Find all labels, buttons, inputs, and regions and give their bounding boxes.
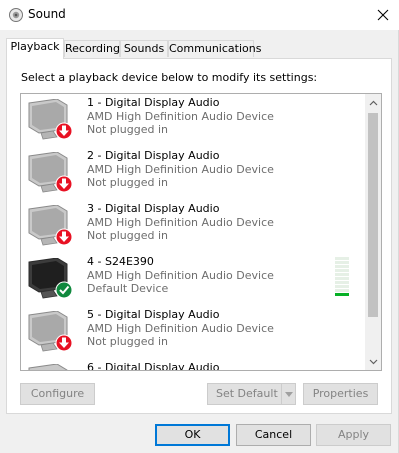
device-name: 6 - Digital Display Audio <box>87 361 220 371</box>
monitor-icon <box>28 205 73 246</box>
list-item[interactable]: 4 - S24E390 AMD High Definition Audio De… <box>21 253 366 306</box>
close-button[interactable] <box>366 0 399 30</box>
device-description: AMD High Definition Audio Device <box>87 110 274 123</box>
tab-communications[interactable]: Communications <box>168 40 261 57</box>
tab-label: Sounds <box>123 42 165 55</box>
tab-label: Playback <box>10 40 60 53</box>
device-description: AMD High Definition Audio Device <box>87 322 274 335</box>
vertical-scrollbar[interactable] <box>365 94 381 370</box>
cancel-button[interactable]: Cancel <box>236 424 311 446</box>
monitor-icon <box>28 258 73 299</box>
chevron-down-icon <box>369 359 377 364</box>
device-status: Not plugged in <box>87 229 169 242</box>
tab-label: Communications <box>169 42 262 55</box>
ok-button[interactable]: OK <box>155 424 230 446</box>
tab-recording[interactable]: Recording <box>64 40 120 57</box>
device-description: AMD High Definition Audio Device <box>87 269 274 282</box>
monitor-icon <box>28 311 73 352</box>
speaker-icon <box>9 8 23 22</box>
title-bar: Sound <box>0 0 399 30</box>
set-default-label: Set Default <box>216 387 278 400</box>
device-name: 1 - Digital Display Audio <box>87 96 220 109</box>
sound-dialog: Sound Playback Recording Sounds Communic… <box>0 0 399 453</box>
device-status: Default Device <box>87 282 169 295</box>
close-icon <box>377 9 388 21</box>
device-name: 2 - Digital Display Audio <box>87 149 220 162</box>
set-default-button[interactable]: Set Default <box>207 383 296 405</box>
tab-playback[interactable]: Playback <box>6 38 64 59</box>
monitor-icon <box>28 152 73 193</box>
list-item[interactable]: 1 - Digital Display Audio AMD High Defin… <box>21 94 366 147</box>
monitor-icon <box>28 364 68 370</box>
list-item[interactable]: 3 - Digital Display Audio AMD High Defin… <box>21 200 366 253</box>
scroll-down-button[interactable] <box>365 353 381 370</box>
tab-label: Recording <box>65 42 121 55</box>
device-status: Not plugged in <box>87 176 169 189</box>
device-description: AMD High Definition Audio Device <box>87 216 274 229</box>
monitor-icon <box>28 99 73 140</box>
list-item[interactable]: 6 - Digital Display Audio <box>21 359 366 371</box>
chevron-up-icon <box>369 100 377 105</box>
device-status: Not plugged in <box>87 123 169 136</box>
device-name: 5 - Digital Display Audio <box>87 308 220 321</box>
device-name: 3 - Digital Display Audio <box>87 202 220 215</box>
green-check-icon <box>56 282 72 298</box>
volume-level-meter <box>335 257 349 296</box>
configure-button[interactable]: Configure <box>20 383 95 405</box>
tab-sounds[interactable]: Sounds <box>120 40 168 57</box>
scroll-up-button[interactable] <box>365 94 381 111</box>
apply-button[interactable]: Apply <box>316 424 391 446</box>
properties-button[interactable]: Properties <box>303 383 378 405</box>
list-item[interactable]: 5 - Digital Display Audio AMD High Defin… <box>21 306 366 359</box>
scroll-thumb[interactable] <box>368 113 378 317</box>
device-name: 4 - S24E390 <box>87 255 154 268</box>
playback-panel: Select a playback device below to modify… <box>6 58 392 414</box>
instruction-text: Select a playback device below to modify… <box>21 71 318 84</box>
device-list[interactable]: 1 - Digital Display Audio AMD High Defin… <box>20 93 382 371</box>
list-item[interactable]: 2 - Digital Display Audio AMD High Defin… <box>21 147 366 200</box>
chevron-down-icon <box>285 391 293 397</box>
device-description: AMD High Definition Audio Device <box>87 163 274 176</box>
device-status: Not plugged in <box>87 335 169 348</box>
window-title: Sound <box>28 7 66 21</box>
set-default-dropdown[interactable] <box>281 384 296 404</box>
